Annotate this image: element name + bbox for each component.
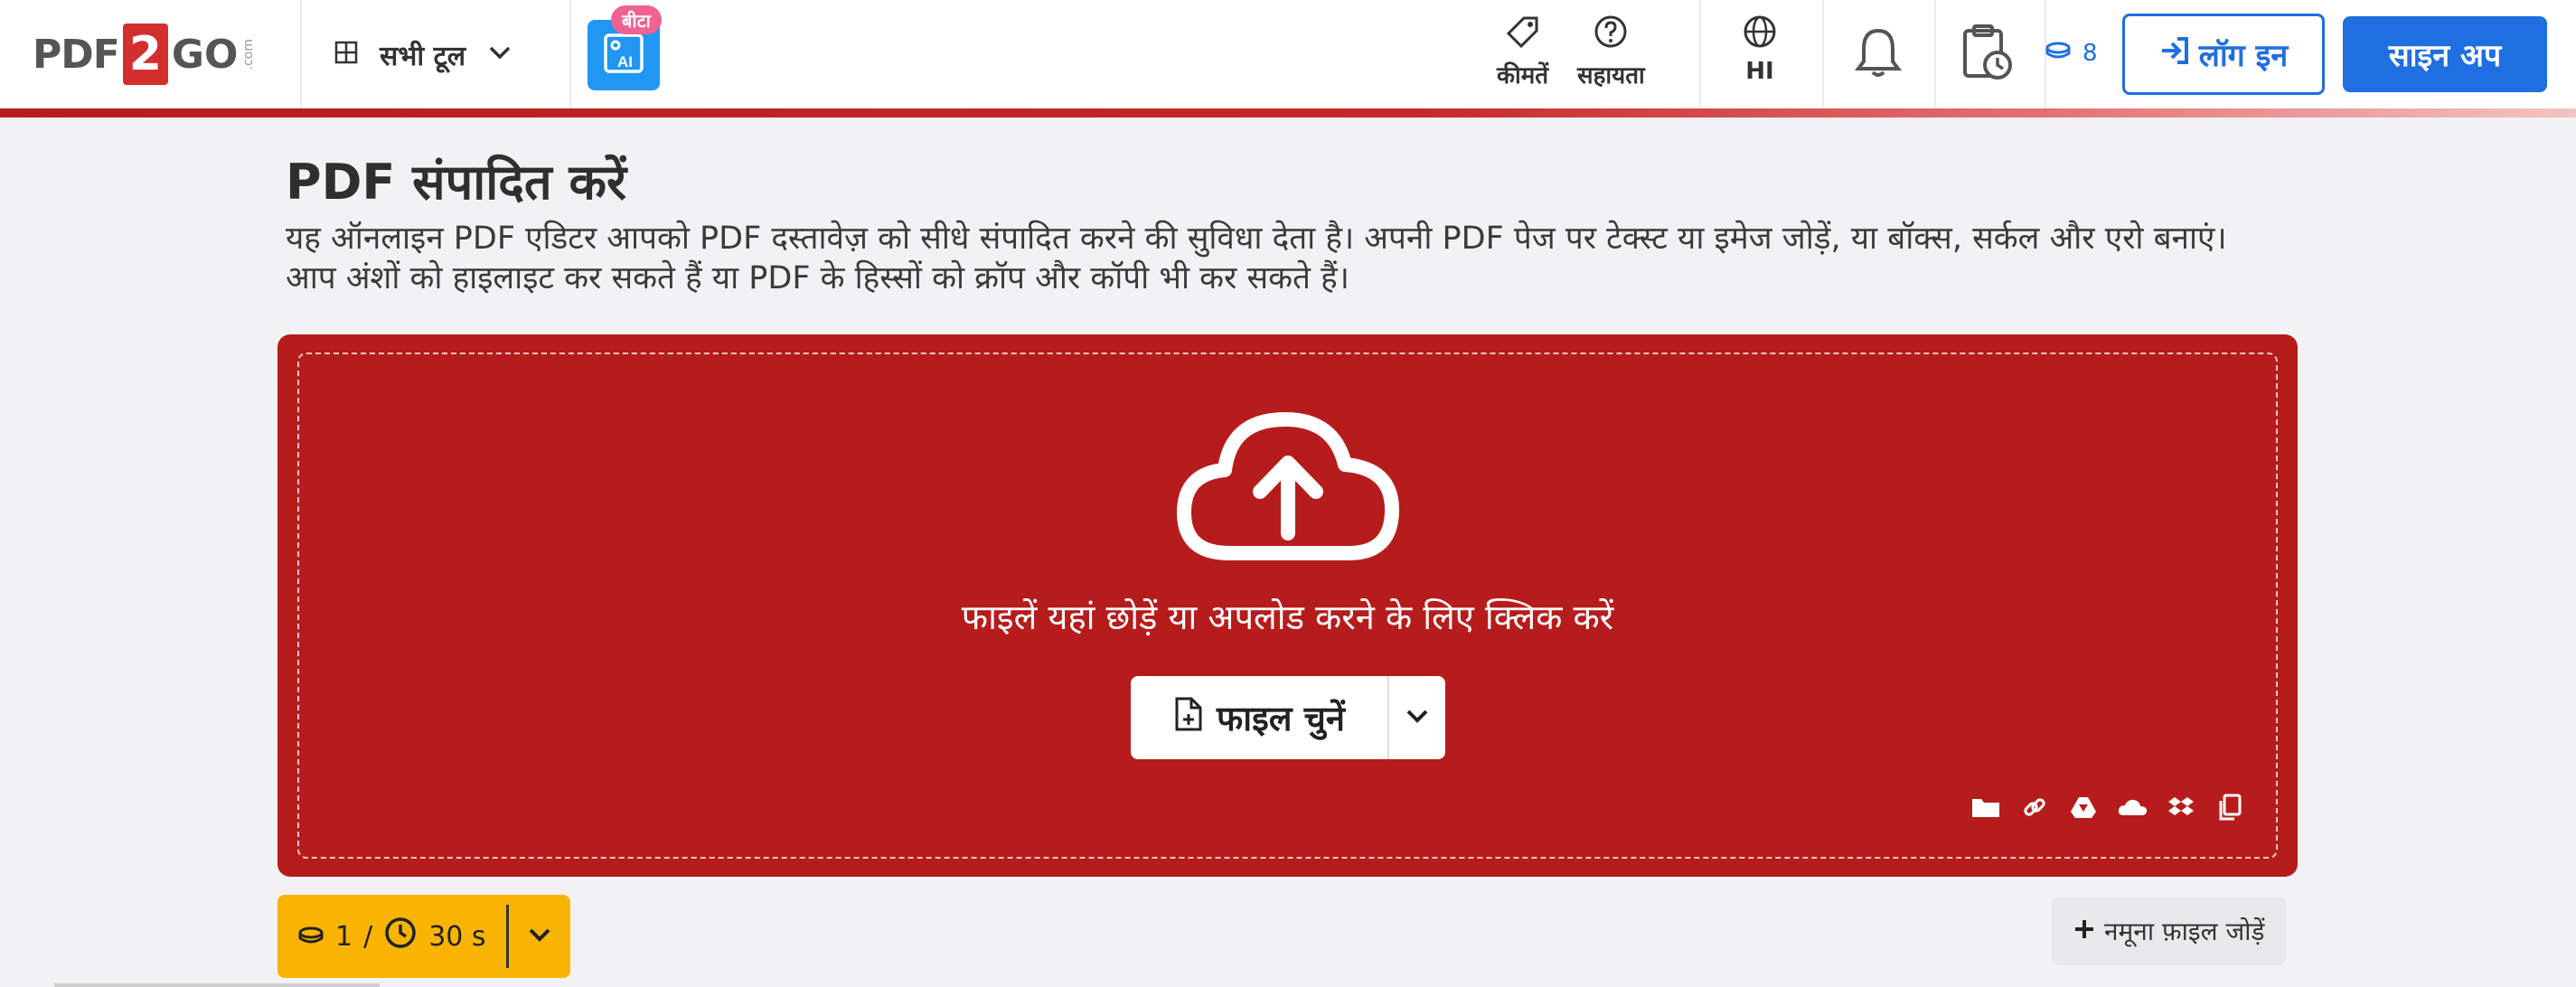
logo-text-go: GO — [171, 31, 239, 78]
description-line: आप अंशों को हाइलाइट कर सकते हैं या PDF क… — [286, 260, 1349, 296]
chevron-down-icon — [487, 43, 512, 65]
language-selector[interactable]: HI — [1743, 14, 1777, 85]
header-divider — [569, 0, 571, 108]
credits-count: 8 — [2082, 40, 2098, 67]
choose-file-button[interactable]: फाइल चुनें — [1131, 676, 1389, 759]
notifications-button[interactable] — [1849, 24, 1907, 85]
clock-icon — [383, 916, 418, 957]
signup-button[interactable]: साइन अप — [2343, 16, 2547, 92]
horizontal-scrollbar[interactable] — [54, 983, 380, 987]
time-limit: 30 s — [428, 920, 486, 953]
drop-instructions: फाइलें यहां छोड़ें या अपलोड करने के लिए … — [961, 597, 1614, 637]
page-description: यह ऑनलाइन PDF एडिटर आपको PDF दस्तावेज़ क… — [286, 219, 2364, 298]
header-divider — [1822, 0, 1824, 108]
pdf2go-logo[interactable]: PDF 2 GO .com — [33, 20, 256, 89]
header-divider — [1699, 0, 1701, 108]
google-drive-icon[interactable] — [2068, 794, 2099, 821]
question-icon — [1594, 14, 1628, 52]
pricing-link[interactable]: कीमतें — [1497, 14, 1548, 90]
chevron-down-icon — [1406, 708, 1429, 728]
dropbox-icon[interactable] — [2166, 794, 2196, 821]
add-sample-file-label: नमूना फ़ाइल जोड़ें — [2104, 916, 2265, 946]
pricing-label: कीमतें — [1497, 62, 1549, 89]
page-title: PDF संपादित करें — [286, 154, 627, 211]
coins-icon — [297, 921, 324, 953]
ai-image-icon: AI — [603, 33, 644, 78]
conversion-limits-panel[interactable]: 1 / 30 s — [277, 895, 570, 978]
limits-separator: / — [363, 920, 373, 953]
price-tag-icon — [1506, 14, 1540, 52]
bell-icon — [1849, 28, 1907, 85]
history-button[interactable] — [1958, 24, 2016, 87]
choose-file-label: फाइल चुनें — [1216, 699, 1345, 738]
folder-icon[interactable] — [1970, 794, 2001, 821]
credits-indicator[interactable]: 8 — [2045, 40, 2098, 67]
link-icon[interactable] — [2019, 794, 2050, 821]
coins-icon — [2045, 40, 2072, 67]
choose-file-options-toggle[interactable] — [1389, 676, 1445, 759]
add-sample-file-button[interactable]: नमूना फ़ाइल जोड़ें — [2052, 897, 2287, 965]
credit-cost: 1 — [335, 920, 353, 953]
login-button[interactable]: लॉग इन — [2122, 14, 2325, 95]
help-label: सहायता — [1577, 62, 1645, 89]
clipboard-icon[interactable] — [2214, 794, 2245, 821]
logo-text-two: 2 — [122, 24, 168, 85]
logo-text-com: .com — [241, 38, 257, 70]
onedrive-icon[interactable] — [2117, 794, 2148, 821]
limits-summary: 1 / 30 s — [277, 905, 509, 968]
upload-sources — [1970, 794, 2245, 821]
login-label: लॉग इन — [2198, 38, 2289, 74]
chevron-down-icon — [528, 926, 551, 946]
help-link[interactable]: सहायता — [1577, 14, 1645, 90]
cloud-upload-icon — [1175, 409, 1401, 562]
globe-icon — [1743, 14, 1777, 52]
logo-text-pdf: PDF — [33, 31, 120, 78]
login-arrow-icon — [2159, 36, 2190, 73]
description-line: यह ऑनलाइन PDF एडिटर आपको PDF दस्तावेज़ क… — [286, 221, 2227, 257]
header-divider — [300, 0, 302, 108]
header-divider — [1934, 0, 1936, 108]
header-accent-line — [0, 108, 2576, 118]
grid-icon — [334, 41, 358, 68]
all-tools-label: सभी टूल — [380, 40, 466, 72]
plus-icon — [2073, 916, 2095, 946]
all-tools-dropdown[interactable]: सभी टूल — [334, 27, 512, 81]
limits-expand-toggle[interactable] — [509, 926, 570, 946]
file-add-icon — [1173, 696, 1204, 740]
beta-badge: बीटा — [611, 5, 662, 34]
clipboard-clock-icon — [1958, 24, 2016, 87]
language-label: HI — [1745, 58, 1774, 85]
choose-file-control[interactable]: फाइल चुनें — [1131, 676, 1445, 759]
svg-text:AI: AI — [617, 53, 633, 70]
